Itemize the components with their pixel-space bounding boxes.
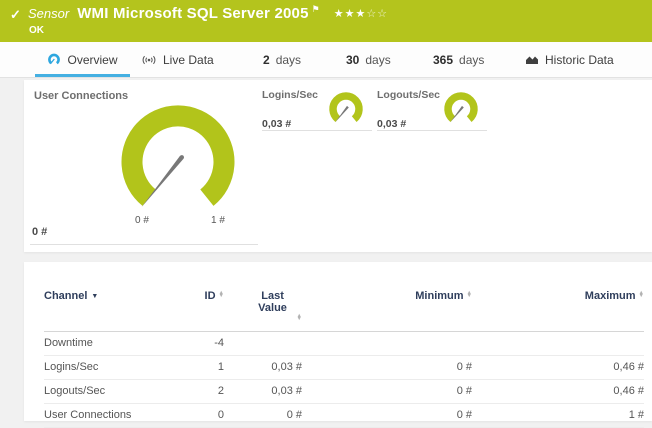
divider <box>30 244 258 245</box>
channel-minimum: 0 # <box>302 355 472 379</box>
channel-last-value: 0,03 # <box>224 379 302 403</box>
status-check-icon: ✓ <box>10 7 21 23</box>
channels-table: Channel▼ ID▲▼ Last Value▲▼ Minimum▲▼ Max… <box>44 282 644 428</box>
logins-gauge-value: 0,03 # <box>262 118 291 130</box>
tab-historic-data[interactable]: Historic Data <box>525 42 614 77</box>
column-header-maximum[interactable]: Maximum▲▼ <box>472 282 644 331</box>
logouts-gauge-title: Logouts/Sec <box>377 89 440 101</box>
channel-maximum: 0,46 # <box>472 355 644 379</box>
column-header-channel-label: Channel <box>44 290 87 302</box>
logouts-gauge <box>440 88 482 130</box>
channel-name[interactable]: User Connections <box>44 403 176 427</box>
tab-30-days-number: 30 <box>346 53 359 67</box>
column-header-maximum-label: Maximum <box>585 290 636 302</box>
main-gauge-scale-min: 0 # <box>135 215 149 226</box>
channel-id: -4 <box>176 331 224 355</box>
tab-historic-data-label: Historic Data <box>545 53 614 67</box>
logouts-gauge-value: 0,03 # <box>377 118 406 130</box>
table-row[interactable]: Logouts/Sec 2 0,03 # 0 # 0,46 # <box>44 379 644 403</box>
tab-365-days-unit: days <box>459 53 484 67</box>
priority-flag-icon[interactable]: ⚑ <box>312 4 320 15</box>
channel-last-value: 0 # <box>224 403 302 427</box>
sort-icon[interactable]: ▲▼ <box>467 292 472 299</box>
channel-maximum: 1 # <box>472 403 644 427</box>
column-header-id-label: ID <box>205 290 216 302</box>
logins-gauge <box>325 88 367 130</box>
priority-stars[interactable]: ★★★☆☆ <box>334 7 388 20</box>
table-row[interactable]: Logins/Sec 1 0,03 # 0 # 0,46 # <box>44 355 644 379</box>
tab-30-days-unit: days <box>365 53 390 67</box>
column-header-minimum[interactable]: Minimum ▲▼ <box>302 282 472 331</box>
channel-id: 0 <box>176 403 224 427</box>
sensor-status-banner: ✓ Sensor WMI Microsoft SQL Server 2005 ⚑… <box>0 0 652 42</box>
column-header-id[interactable]: ID▲▼ <box>176 282 224 331</box>
tab-30-days[interactable]: 30 days <box>346 42 391 77</box>
stars-filled[interactable]: ★★★ <box>334 8 367 20</box>
channel-name[interactable]: Logins/Sec <box>44 355 176 379</box>
main-gauge-value: 0 # <box>32 226 47 238</box>
column-header-last-value[interactable]: Last Value▲▼ <box>224 282 302 331</box>
channel-maximum: 0,46 # <box>472 379 644 403</box>
tab-live-data[interactable]: Live Data <box>141 42 214 77</box>
channels-table-panel: Channel▼ ID▲▼ Last Value▲▼ Minimum▲▼ Max… <box>24 262 652 421</box>
tab-365-days[interactable]: 365 days <box>433 42 484 77</box>
channel-id: 2 <box>176 379 224 403</box>
sensor-status-text: OK <box>29 25 44 36</box>
logins-gauge-title: Logins/Sec <box>262 89 318 101</box>
channel-id: 1 <box>176 355 224 379</box>
tab-overview[interactable]: Overview <box>35 42 130 77</box>
column-header-last-value-label: Last Value <box>252 290 294 314</box>
live-signal-icon <box>141 54 157 66</box>
channel-last-value: 0,03 # <box>224 355 302 379</box>
channel-minimum: 0 # <box>302 379 472 403</box>
channel-minimum: 0 # <box>302 403 472 427</box>
sort-icon[interactable]: ▲▼ <box>219 292 224 299</box>
historic-chart-icon <box>525 54 539 65</box>
gauge-icon <box>47 53 61 66</box>
tab-2-days[interactable]: 2 days <box>263 42 301 77</box>
column-header-channel[interactable]: Channel ▼ <box>44 282 176 331</box>
tab-overview-label: Overview <box>67 53 117 67</box>
object-kind-label: Sensor <box>28 6 69 21</box>
divider <box>262 130 372 131</box>
tab-2-days-number: 2 <box>263 53 270 67</box>
active-tab-underline <box>35 74 130 77</box>
channel-name[interactable]: Logouts/Sec <box>44 379 176 403</box>
channel-name[interactable]: Downtime <box>44 331 176 355</box>
tab-live-data-label: Live Data <box>163 53 214 67</box>
overview-gauges-panel: User Connections 0 # 1 # 0 # Logins/Sec … <box>24 80 652 252</box>
main-gauge-scale-max: 1 # <box>211 215 225 226</box>
table-row[interactable]: Downtime -4 <box>44 331 644 355</box>
channel-last-value <box>224 331 302 355</box>
column-header-minimum-label: Minimum <box>415 290 463 302</box>
tab-2-days-unit: days <box>276 53 301 67</box>
sort-desc-icon[interactable]: ▼ <box>91 293 98 300</box>
channel-maximum <box>472 331 644 355</box>
sensor-title: WMI Microsoft SQL Server 2005 <box>77 5 308 22</box>
divider <box>377 130 487 131</box>
user-connections-gauge <box>113 90 243 214</box>
tab-365-days-number: 365 <box>433 53 453 67</box>
sensor-tab-bar: Overview Live Data 2 days 30 days 365 da… <box>0 42 652 78</box>
table-row[interactable]: User Connections 0 0 # 0 # 1 # <box>44 403 644 427</box>
sort-icon[interactable]: ▲▼ <box>297 315 302 322</box>
sort-icon[interactable]: ▲▼ <box>639 292 644 299</box>
stars-empty[interactable]: ☆☆ <box>366 8 388 20</box>
channel-minimum <box>302 331 472 355</box>
